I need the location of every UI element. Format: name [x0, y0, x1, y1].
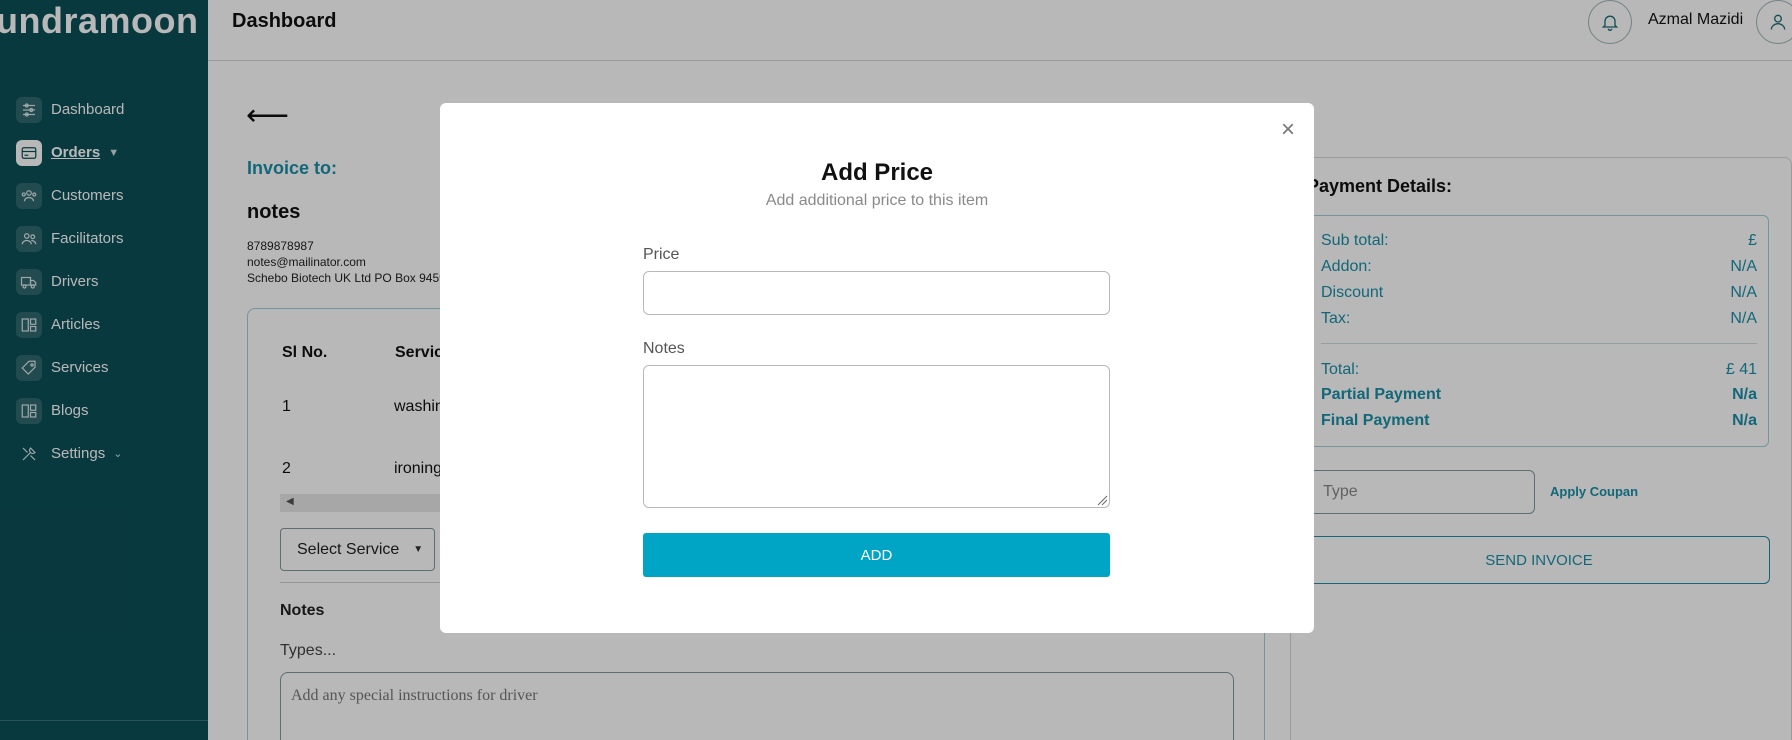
price-label: Price	[643, 246, 680, 263]
close-icon[interactable]: ×	[1276, 118, 1300, 142]
price-input[interactable]	[643, 271, 1110, 315]
notes-field-label: Notes	[643, 340, 685, 357]
add-button[interactable]: ADD	[643, 533, 1110, 577]
resize-handle-icon[interactable]	[1096, 494, 1108, 506]
modal-title: Add Price	[820, 159, 934, 186]
modal-subtitle: Add additional price to this item	[765, 192, 989, 209]
notes-textarea[interactable]	[643, 365, 1110, 508]
